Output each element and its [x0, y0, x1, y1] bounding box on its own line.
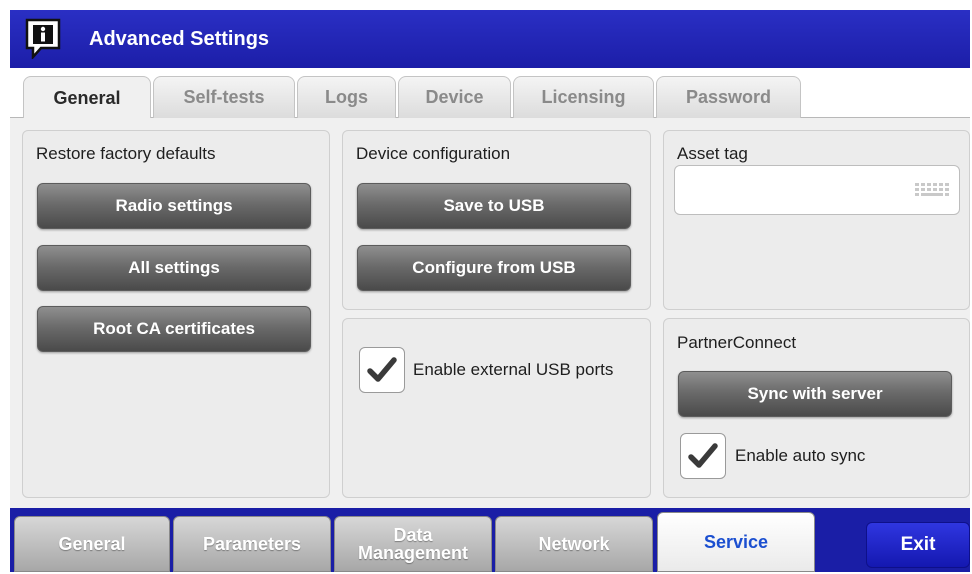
sync-with-server-button[interactable]: Sync with server	[678, 371, 952, 417]
all-settings-button[interactable]: All settings	[37, 245, 311, 291]
asset-tag-input[interactable]	[674, 165, 960, 215]
device-config-title: Device configuration	[356, 144, 511, 163]
nav-tab-network[interactable]: Network	[495, 516, 653, 572]
general-content: Restore factory defaults Radio settings …	[10, 118, 970, 508]
exit-button[interactable]: Exit	[866, 522, 970, 568]
save-to-usb-button[interactable]: Save to USB	[357, 183, 631, 229]
asset-tag-panel: Asset tag	[663, 130, 970, 310]
tab-general[interactable]: General	[23, 76, 151, 119]
auto-sync-checkbox[interactable]	[680, 433, 726, 479]
nav-tab-data-management[interactable]: Data Management	[334, 516, 492, 572]
info-icon	[25, 18, 61, 59]
usb-ports-checkbox[interactable]	[359, 347, 405, 393]
nav-tab-general[interactable]: General	[14, 516, 170, 572]
nav-tab-parameters[interactable]: Parameters	[173, 516, 331, 572]
window-title: Advanced Settings	[89, 28, 270, 50]
radio-settings-button[interactable]: Radio settings	[37, 183, 311, 229]
partnerconnect-panel: PartnerConnect Sync with server Enable a…	[663, 318, 970, 498]
tab-device[interactable]: Device	[398, 76, 511, 118]
nav-tab-data-management-line2: Management	[357, 543, 469, 563]
restore-title: Restore factory defaults	[36, 144, 216, 163]
tab-logs[interactable]: Logs	[297, 76, 396, 118]
usb-panel: Enable external USB ports	[342, 318, 651, 498]
usb-ports-label: Enable external USB ports	[413, 360, 614, 379]
nav-tab-data-management-line1: Data	[393, 525, 433, 545]
asset-tag-title: Asset tag	[677, 144, 748, 163]
top-tab-bar: General Self-tests Logs Device Licensing…	[10, 68, 970, 119]
restore-panel: Restore factory defaults Radio settings …	[22, 130, 330, 498]
tab-self-tests[interactable]: Self-tests	[153, 76, 295, 118]
nav-tab-service[interactable]: Service	[657, 512, 815, 572]
checkmark-icon	[688, 443, 718, 468]
tab-password[interactable]: Password	[656, 76, 801, 118]
auto-sync-label: Enable auto sync	[735, 446, 866, 465]
partnerconnect-title: PartnerConnect	[677, 333, 797, 352]
title-bar: Advanced Settings	[10, 10, 970, 68]
tab-licensing[interactable]: Licensing	[513, 76, 654, 118]
bottom-nav: General Parameters Data Management Netwo…	[10, 508, 970, 572]
root-ca-certificates-button[interactable]: Root CA certificates	[37, 306, 311, 352]
configure-from-usb-button[interactable]: Configure from USB	[357, 245, 631, 291]
checkmark-icon	[367, 357, 397, 382]
device-config-panel: Device configuration Save to USB Configu…	[342, 130, 651, 310]
keyboard-icon[interactable]	[915, 183, 949, 197]
